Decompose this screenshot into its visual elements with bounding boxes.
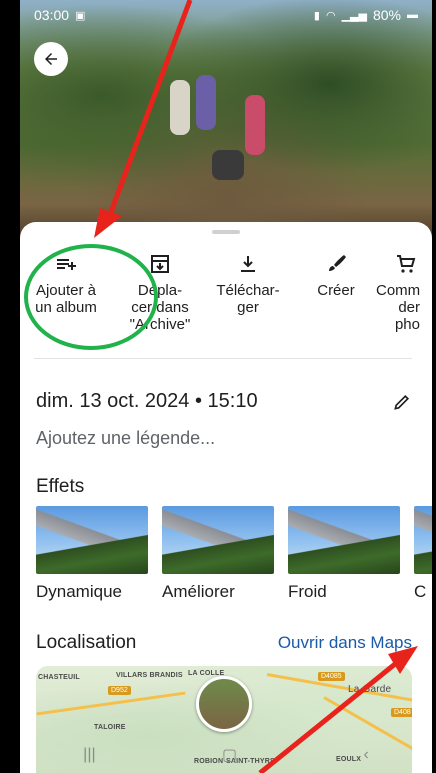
map-label: CHASTEUIL <box>38 674 80 681</box>
back-button[interactable] <box>34 42 68 76</box>
effect-thumbnail <box>162 506 274 574</box>
backpack <box>212 150 244 180</box>
map-road <box>36 691 186 716</box>
battery-level: 80% <box>372 7 401 23</box>
download-icon <box>241 256 255 272</box>
system-nav-bar: ||| ▢ ‹ <box>20 743 432 767</box>
vibrate-icon: ▮ <box>313 9 320 22</box>
recent-apps-icon[interactable]: ||| <box>83 746 95 764</box>
status-bar: 03:00 ▣ ▮ ◠ ▁▃▅ 80% ▬ <box>20 0 432 30</box>
drag-handle[interactable] <box>212 230 240 234</box>
wifi-icon: ◠ <box>325 9 336 22</box>
hiker-figure <box>196 75 216 130</box>
pencil-icon[interactable] <box>392 392 412 412</box>
effect-label: Froid <box>288 582 327 601</box>
photo-date: dim. 13 oct. 2024 • 15:10 <box>36 390 258 412</box>
home-icon[interactable]: ▢ <box>222 745 237 765</box>
action-label: Téléchar- ger <box>216 282 280 316</box>
caption-input[interactable]: Ajoutez une légende... <box>36 428 215 449</box>
effect-label: C <box>414 582 427 601</box>
back-nav-icon[interactable]: ‹ <box>363 746 368 764</box>
divider <box>34 358 412 359</box>
create-button[interactable]: Créer <box>296 252 376 299</box>
arrow-left-icon <box>45 53 57 65</box>
effect-enhance[interactable]: Améliorer <box>162 506 274 602</box>
gallery-notification-icon: ▣ <box>75 9 86 22</box>
photo-preview[interactable] <box>20 0 432 240</box>
hiker-figure <box>170 80 190 135</box>
signal-icon: ▁▃▅ <box>341 9 367 22</box>
location-title: Localisation <box>36 632 137 653</box>
action-label: Comm der pho <box>376 282 421 333</box>
effect-label: Dynamique <box>36 582 122 601</box>
battery-icon: ▬ <box>407 9 418 21</box>
highlight-ring <box>24 244 158 350</box>
photo-location-pin[interactable] <box>196 676 252 732</box>
effect-thumbnail <box>36 506 148 574</box>
effect-cold[interactable]: Froid <box>288 506 400 602</box>
road-badge: D408 <box>391 708 412 717</box>
action-label: Créer <box>317 282 355 299</box>
road-badge: D952 <box>108 686 131 695</box>
download-button[interactable]: Téléchar- ger <box>208 252 288 316</box>
road-badge: D4085 <box>318 672 345 681</box>
order-photos-button[interactable]: Comm der pho <box>376 252 432 333</box>
map-label: La Garde <box>348 684 392 695</box>
effect-dynamic[interactable]: Dynamique <box>36 506 148 602</box>
hiker-figure <box>245 95 265 155</box>
brush-icon <box>329 255 346 271</box>
effect-partial[interactable]: C <box>414 506 432 602</box>
status-time: 03:00 <box>34 7 70 23</box>
map-label: TALOIRE <box>94 724 126 731</box>
date-row: dim. 13 oct. 2024 • 15:10 <box>36 390 412 413</box>
archive-icon <box>151 255 169 273</box>
effect-thumbnail <box>288 506 400 574</box>
map-label: VILLARS BRANDIS <box>116 672 183 679</box>
location-row: Localisation Ouvrir dans Maps <box>36 632 412 654</box>
phone-screen: 03:00 ▣ ▮ ◠ ▁▃▅ 80% ▬ Ajouter à un album… <box>20 0 432 773</box>
effect-thumbnail <box>414 506 432 574</box>
open-in-maps-link[interactable]: Ouvrir dans Maps <box>278 633 412 653</box>
cart-icon <box>397 255 416 273</box>
effects-title: Effets <box>36 476 85 497</box>
effect-label: Améliorer <box>162 582 235 601</box>
